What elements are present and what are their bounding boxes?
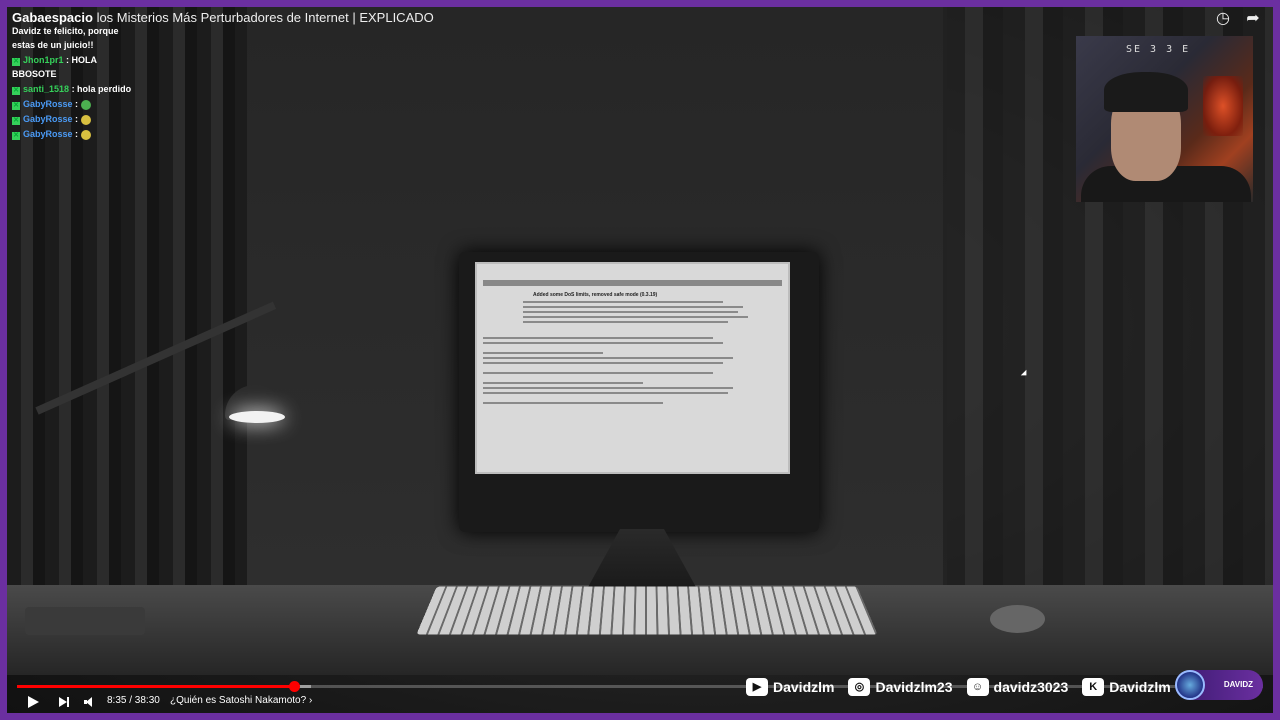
chat-user: GabyRosse xyxy=(23,114,73,124)
badge-icon: ✕ xyxy=(12,87,20,95)
chat-user: Jhon1pr1 xyxy=(23,55,64,65)
progress-played xyxy=(17,685,295,688)
social-label: Davidzlm xyxy=(1109,679,1171,695)
play-icon[interactable] xyxy=(28,696,39,708)
socials-overlay: ▶ Davidzlm ◎ Davidzlm23 ☺ davidz3023 K D… xyxy=(746,678,1171,696)
emote-icon xyxy=(80,99,91,110)
chat-message: ✕ GabyRosse : xyxy=(12,127,142,141)
social-label: Davidzlm23 xyxy=(875,679,953,695)
badge-icon: ✕ xyxy=(12,102,20,110)
social-label: Davidzlm xyxy=(773,679,835,695)
chat-text: : hola perdido xyxy=(71,84,132,94)
chat-user: GabyRosse xyxy=(23,99,73,109)
social-youtube: ▶ Davidzlm xyxy=(746,678,834,696)
chat-user: GabyRosse xyxy=(23,129,73,139)
top-right-icons: ◷ ➦ xyxy=(1214,10,1262,28)
time-display: 8:35 / 38:30 xyxy=(107,695,160,706)
progress-scrubber[interactable] xyxy=(289,681,300,692)
chat-text: : xyxy=(75,99,79,109)
chat-user: santi_1518 xyxy=(23,84,70,94)
webcam-neon-light xyxy=(1203,76,1243,136)
next-icon[interactable] xyxy=(59,697,71,707)
share-icon[interactable]: ➦ xyxy=(1244,10,1262,28)
chat-text: : xyxy=(75,129,79,139)
discord-icon: ☺ xyxy=(966,678,989,696)
badge-icon: ✕ xyxy=(12,132,20,140)
social-label: davidz3023 xyxy=(993,679,1069,695)
badge-icon: ✕ xyxy=(12,117,20,125)
volume-icon[interactable] xyxy=(84,697,94,707)
instagram-icon: ◎ xyxy=(848,678,871,696)
badge-icon: ✕ xyxy=(12,58,20,66)
chat-message: ✕ santi_1518 : hola perdido xyxy=(12,82,142,96)
channel-logo-icon xyxy=(1175,670,1205,700)
emote-icon xyxy=(80,129,91,140)
webcam-sign: SE 3 3 E xyxy=(1126,44,1191,55)
chat-overlay: Davidz te felicito, porque estas de un j… xyxy=(12,24,142,142)
watch-later-icon[interactable]: ◷ xyxy=(1214,10,1232,28)
webcam-overlay: SE 3 3 E xyxy=(1076,36,1253,202)
social-kick: K Davidzlm xyxy=(1082,678,1171,696)
chat-text: Davidz te felicito, porque estas de un j… xyxy=(12,26,119,50)
youtube-icon: ▶ xyxy=(746,678,768,696)
emote-icon xyxy=(80,114,91,125)
video-title[interactable]: Gabaespacio los Misterios Más Perturbado… xyxy=(12,10,434,25)
kick-icon: K xyxy=(1082,678,1105,696)
social-instagram: ◎ Davidzlm23 xyxy=(848,678,953,696)
title-text: los Misterios Más Perturbadores de Inter… xyxy=(96,10,434,25)
chat-message: ✕ Jhon1pr1 : HOLA BBOSOTE xyxy=(12,53,142,81)
chat-message: Davidz te felicito, porque estas de un j… xyxy=(12,24,142,52)
social-discord: ☺ davidz3023 xyxy=(966,678,1069,696)
webcam-person-hat xyxy=(1104,72,1188,112)
chat-message: ✕ GabyRosse : xyxy=(12,97,142,111)
title-prefix: Gabaespacio xyxy=(12,10,93,25)
chapter-title[interactable]: ¿Quién es Satoshi Nakamoto? › xyxy=(170,694,312,708)
chat-text: : xyxy=(75,114,79,124)
chat-message: ✕ GabyRosse : xyxy=(12,112,142,126)
